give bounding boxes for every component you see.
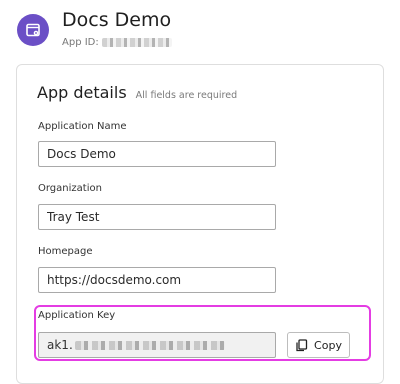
application-name-label: Application Name [38, 121, 127, 132]
app-settings-icon [17, 14, 49, 46]
required-note: All fields are required [135, 90, 238, 101]
app-header: Docs Demo App ID: [17, 8, 387, 54]
app-id: App ID: [62, 35, 172, 49]
app-id-label: App ID: [62, 36, 99, 48]
application-key-redacted-value [74, 340, 225, 350]
copy-button-label: Copy [314, 338, 342, 352]
application-key-label: Application Key [38, 310, 116, 321]
organization-label: Organization [38, 183, 102, 194]
copy-icon [295, 338, 308, 352]
app-title: Docs Demo [62, 9, 172, 31]
section-title: App details [37, 83, 127, 102]
app-details-card: App details All fields are required Appl… [16, 64, 384, 384]
app-id-redacted-value [101, 37, 172, 47]
homepage-input[interactable] [38, 267, 276, 293]
application-key-prefix: ak1. [47, 338, 73, 352]
homepage-label: Homepage [38, 246, 93, 257]
copy-button[interactable]: Copy [287, 332, 350, 358]
application-name-input[interactable] [38, 141, 276, 167]
application-key-field[interactable]: ak1. [38, 332, 276, 358]
organization-input[interactable] [38, 204, 276, 230]
section-header: App details All fields are required [37, 83, 237, 102]
